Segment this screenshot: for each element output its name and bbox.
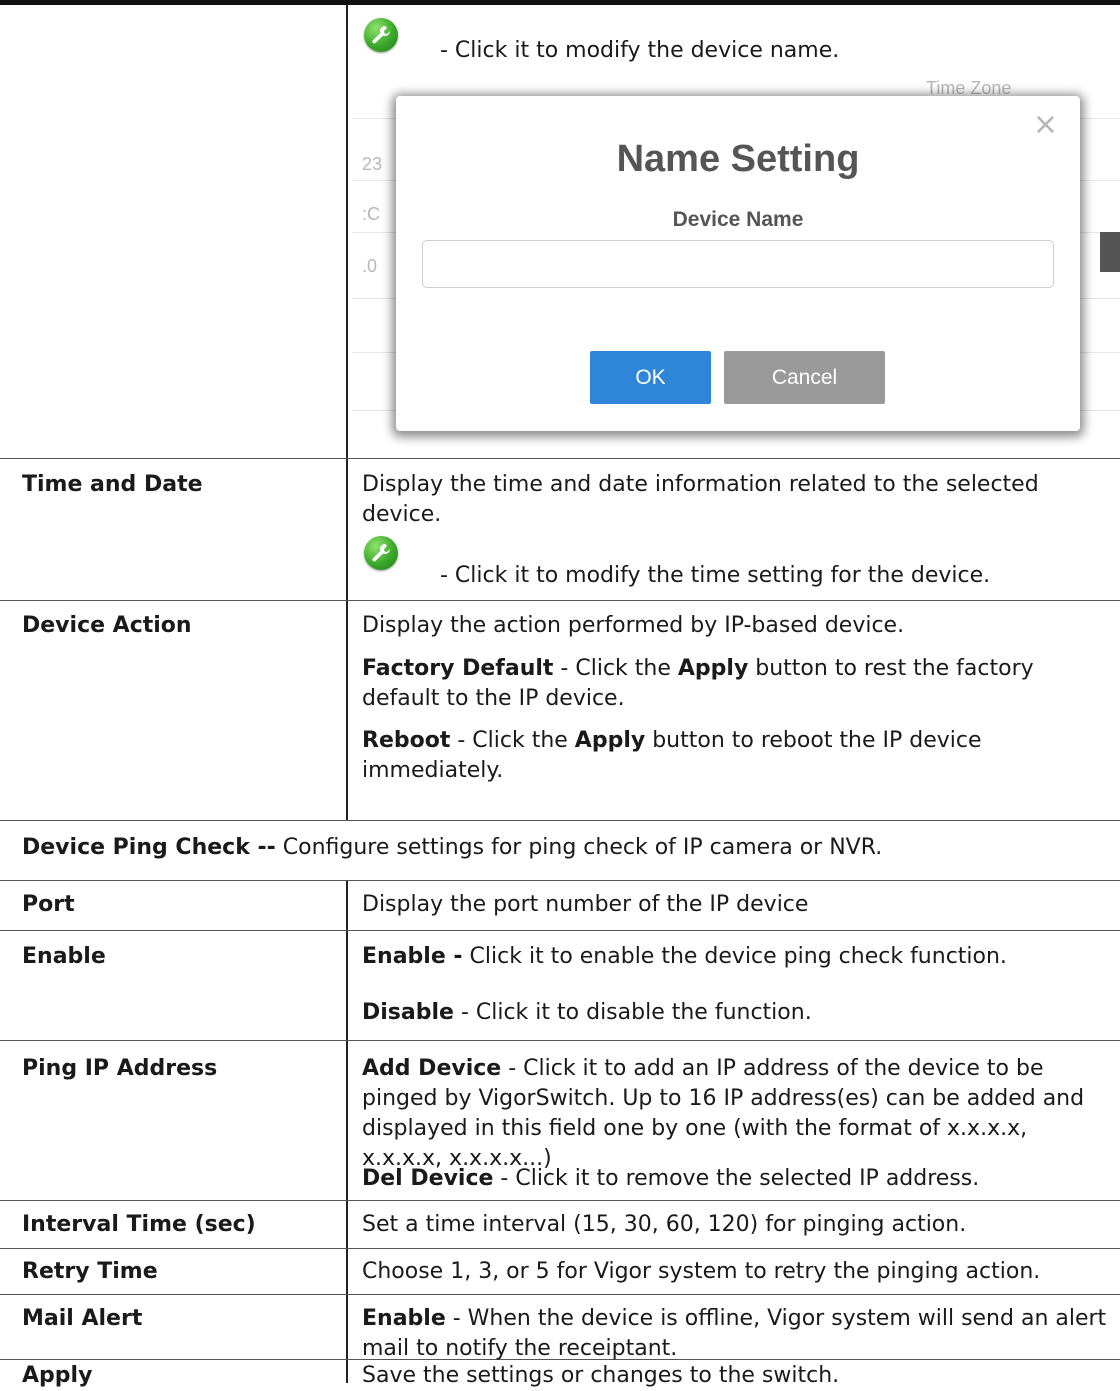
column-divider-lower [346, 880, 348, 1383]
mail-alert-term: Enable [362, 1306, 446, 1331]
ping-check-text: Configure settings for ping check of IP … [275, 835, 883, 860]
del-device-term: Del Device [362, 1166, 494, 1191]
row-line [0, 1248, 1120, 1249]
top-rule [0, 0, 1120, 5]
retry-label: Retry Time [22, 1259, 158, 1284]
bg-fragment: :C [362, 204, 380, 224]
ping-check-header: Device Ping Check -- Configure settings … [22, 833, 1112, 863]
mail-alert-label: Mail Alert [22, 1306, 143, 1331]
device-action-label: Device Action [22, 613, 192, 638]
reboot-pre: - Click the [450, 728, 575, 753]
port-label: Port [22, 892, 75, 917]
interval-text: Set a time interval (15, 30, 60, 120) fo… [362, 1212, 967, 1237]
add-device-term: Add Device [362, 1056, 502, 1081]
mail-alert-text: - When the device is offline, Vigor syst… [362, 1306, 1107, 1361]
add-device-line: Add Device - Click it to add an IP addre… [362, 1054, 1110, 1174]
disable-term: Disable [362, 1000, 454, 1025]
row-line [0, 880, 1120, 881]
reboot-term: Reboot [362, 728, 451, 753]
factory-pre: - Click the [553, 656, 678, 681]
apply-term: Apply [574, 728, 646, 753]
ping-check-term: Device Ping Check -- [22, 835, 276, 860]
row-line [0, 458, 1120, 459]
cancel-button[interactable]: Cancel [724, 351, 885, 404]
bg-fragment: .0 [362, 256, 378, 276]
dialog-title: Name Setting [616, 138, 860, 180]
time-and-date-label: Time and Date [22, 472, 203, 497]
retry-text: Choose 1, 3, or 5 for Vigor system to re… [362, 1259, 1041, 1284]
apply-text: Save the settings or changes to the swit… [362, 1363, 840, 1388]
enable-label: Enable [22, 944, 106, 969]
ping-ip-label: Ping IP Address [22, 1056, 218, 1081]
document-page: - Click it to modify the device name. Ti… [0, 0, 1120, 1388]
name-setting-dialog: × Name Setting Device Name OK Cancel [396, 96, 1080, 431]
apply-term: Apply [677, 656, 749, 681]
device-name-wrench-note: - Click it to modify the device name. [440, 38, 840, 63]
del-device-text: - Click it to remove the selected IP add… [493, 1166, 980, 1191]
enable-term: Enable - [362, 944, 463, 969]
dialog-screenshot: Time Zone 23 :C .0 × Name Setting Device… [352, 80, 1120, 458]
ok-button[interactable]: OK [590, 351, 711, 404]
device-action-reboot: Reboot - Click the Apply button to reboo… [362, 726, 1110, 786]
row-line [0, 930, 1120, 931]
column-divider-upper [346, 5, 348, 820]
device-name-input[interactable] [422, 240, 1054, 288]
enable-line: Enable - Click it to enable the device p… [362, 942, 1110, 972]
disable-text: - Click it to disable the function. [453, 1000, 812, 1025]
device-name-label: Device Name [672, 208, 804, 231]
row-line [0, 1200, 1120, 1201]
port-text: Display the port number of the IP device [362, 892, 809, 917]
factory-default-term: Factory Default [362, 656, 554, 681]
close-icon[interactable]: × [1033, 110, 1058, 140]
device-action-factory: Factory Default - Click the Apply button… [362, 654, 1110, 714]
bg-dark-block [1100, 232, 1120, 272]
row-line [0, 1294, 1120, 1295]
del-device-line: Del Device - Click it to remove the sele… [362, 1164, 1110, 1194]
interval-label: Interval Time (sec) [22, 1212, 256, 1237]
disable-line: Disable - Click it to disable the functi… [362, 998, 1110, 1028]
wrench-icon [364, 536, 398, 570]
row-line [0, 1040, 1120, 1041]
row-line [0, 820, 1120, 821]
time-and-date-wrench-note: - Click it to modify the time setting fo… [440, 563, 991, 588]
bg-fragment: 23 [362, 154, 383, 174]
enable-text: Click it to enable the device ping check… [462, 944, 1007, 969]
row-line [0, 600, 1120, 601]
device-action-line1: Display the action performed by IP-based… [362, 613, 905, 638]
time-and-date-text: Display the time and date information re… [362, 472, 1039, 527]
wrench-icon [364, 18, 398, 52]
apply-label: Apply [22, 1363, 93, 1388]
mail-alert-line: Enable - When the device is offline, Vig… [362, 1304, 1110, 1364]
